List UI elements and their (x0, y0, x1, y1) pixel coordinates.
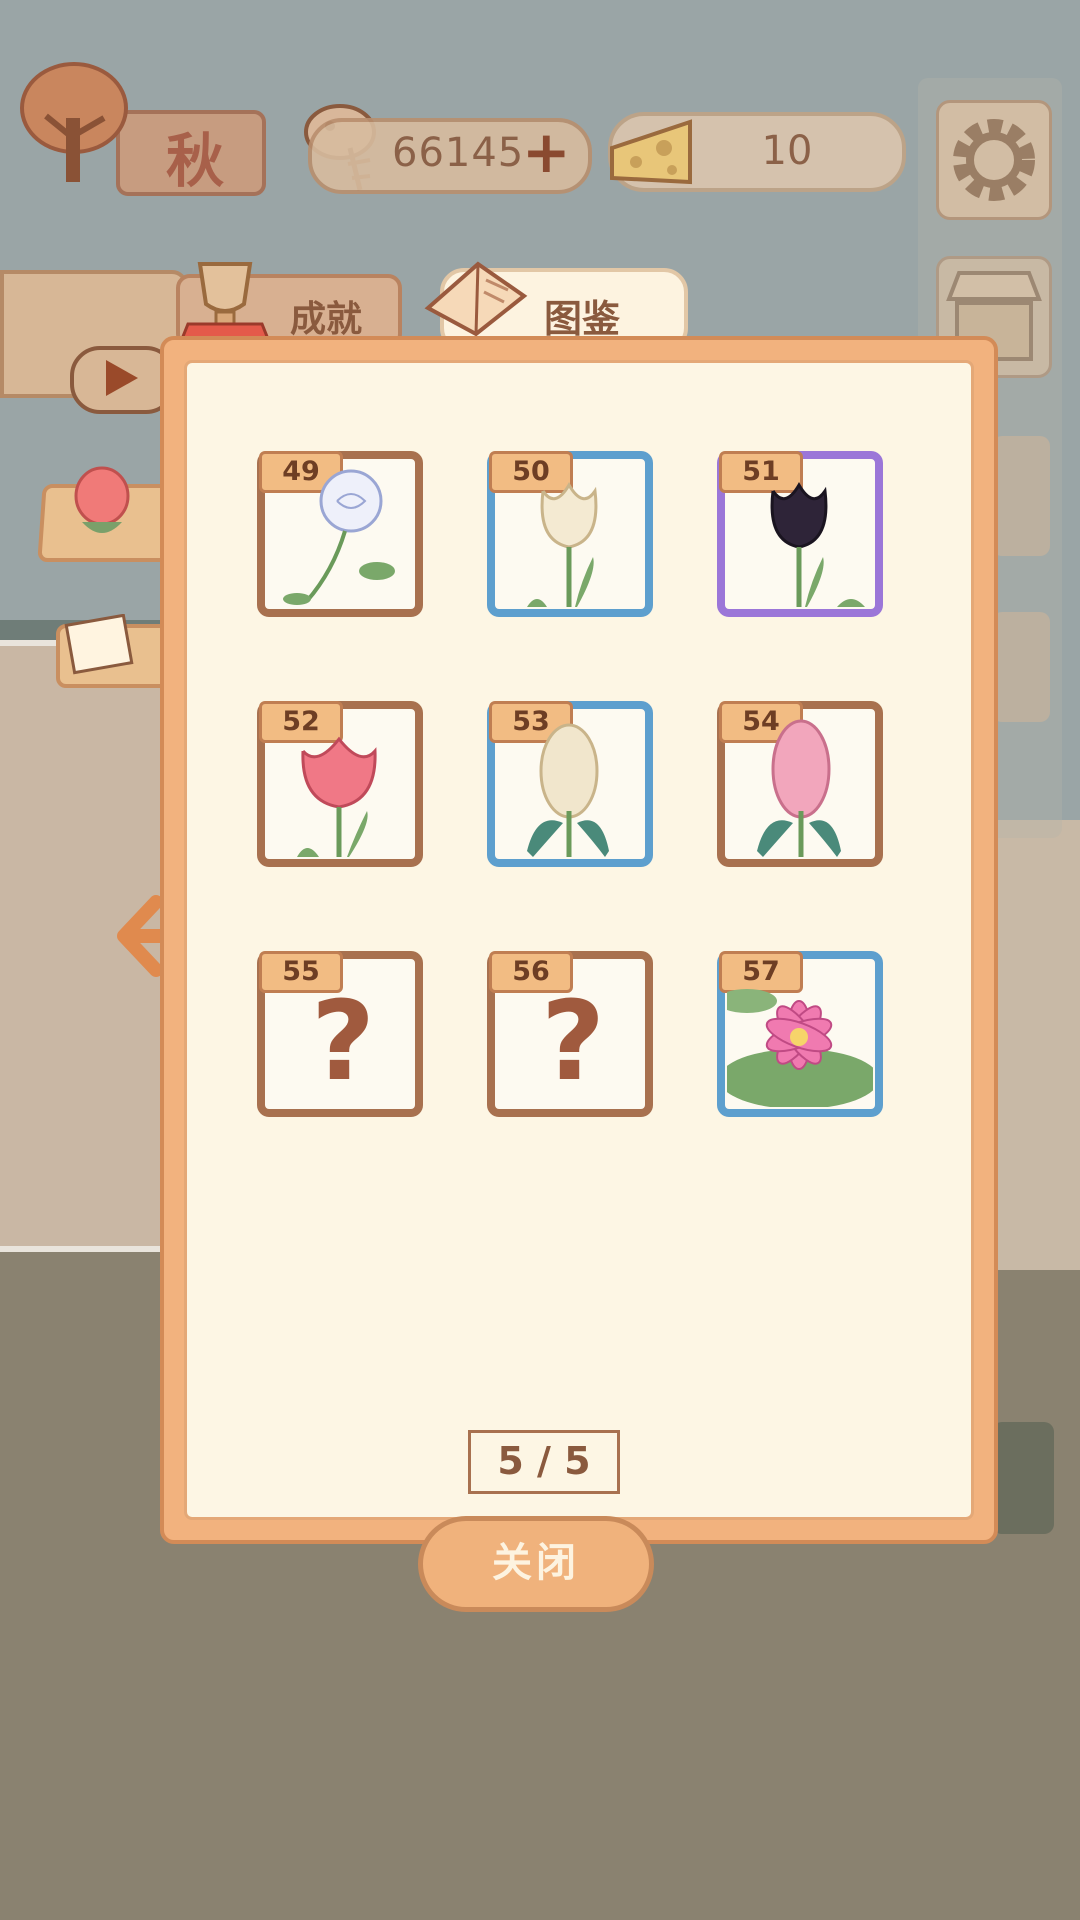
photo-icon (64, 614, 134, 675)
background-house-right (990, 820, 1080, 1270)
play-icon (106, 360, 138, 396)
tab-collection-label: 图鉴 (544, 297, 621, 341)
white-tulip-icon (527, 482, 598, 607)
cheese-icon (610, 119, 692, 185)
mouse-character-button[interactable] (992, 1422, 1054, 1534)
page-indicator: 5 / 5 (468, 1430, 620, 1494)
collection-panel-inner: 49 50 51 52 53 54 55 ? 56 ? 57 (184, 360, 974, 1520)
unknown-question-icon: ? (541, 977, 605, 1105)
collection-card-53[interactable]: 53 (487, 701, 653, 867)
basket-button[interactable] (992, 436, 1050, 556)
collection-card-54[interactable]: 54 (717, 701, 883, 867)
pink-hyacinth-icon (757, 719, 841, 857)
svg-text:?: ? (541, 977, 605, 1105)
collection-card-52[interactable]: 52 (257, 701, 423, 867)
rose-icon (74, 466, 130, 533)
collection-card-51[interactable]: 51 (717, 451, 883, 617)
close-button[interactable]: 关闭 (418, 1516, 654, 1612)
white-rose-icon (283, 469, 395, 605)
collection-card-57[interactable]: 57 (717, 951, 883, 1117)
autumn-tree-icon (20, 62, 128, 182)
collection-card-50[interactable]: 50 (487, 451, 653, 617)
settings-button[interactable] (936, 100, 1052, 220)
svg-text:?: ? (311, 977, 375, 1105)
season-badge[interactable]: 秋 (16, 58, 266, 196)
collection-card-55[interactable]: 55 ? (257, 951, 423, 1117)
pink-tulip-icon (297, 736, 377, 857)
achievement-side-button[interactable] (992, 612, 1050, 722)
black-tulip-icon (770, 482, 865, 607)
collection-panel: 49 50 51 52 53 54 55 ? 56 ? 57 (160, 336, 998, 1544)
collection-card-56[interactable]: 56 ? (487, 951, 653, 1117)
open-book-icon (424, 261, 528, 337)
unknown-question-icon: ? (311, 977, 375, 1105)
add-coins-plus-icon[interactable]: + (522, 123, 571, 181)
coin-value: 66145 (392, 130, 525, 176)
tab-achievements-label: 成就 (290, 299, 363, 340)
collection-card-49[interactable]: 49 (257, 451, 423, 617)
white-hyacinth-icon (527, 723, 609, 857)
season-label: 秋 (166, 127, 225, 195)
gear-icon (953, 119, 1035, 201)
water-lily-icon (727, 989, 873, 1107)
